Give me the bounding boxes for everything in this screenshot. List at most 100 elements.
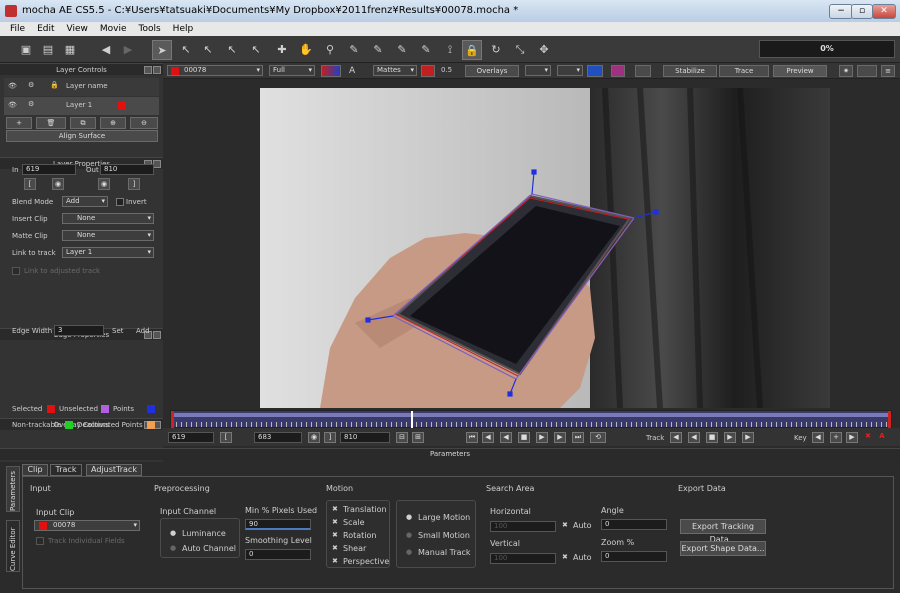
insert-clip-select[interactable]: None (62, 213, 154, 224)
track-fields-checkbox[interactable] (36, 537, 44, 545)
goto-in-button[interactable]: ◉ (52, 178, 64, 190)
matte-toggle-button[interactable] (421, 65, 435, 77)
zoom-timeline-button[interactable]: ⊟ (396, 432, 408, 443)
perspective-checkbox[interactable]: ✖ (332, 557, 338, 565)
small-motion-radio[interactable]: ● (406, 531, 412, 539)
track-backward-icon[interactable]: ◀ (670, 432, 682, 443)
lock-icon[interactable]: 🔒 (462, 40, 482, 60)
tab-clip[interactable]: Clip (22, 464, 48, 476)
layer-color-swatch[interactable] (118, 102, 126, 110)
edge-width-field[interactable]: 3 (54, 325, 104, 336)
in-marker[interactable] (171, 411, 174, 429)
goto-out-button[interactable]: ◉ (98, 178, 110, 190)
viewer-options-button[interactable] (857, 65, 877, 77)
set-out-point-button[interactable]: ] (324, 432, 336, 443)
unselected-colour-swatch[interactable] (101, 405, 109, 413)
rotate-icon[interactable]: ↻ (486, 40, 506, 60)
scale-icon[interactable]: ⤡ (510, 40, 530, 60)
goto-start-icon[interactable]: ⏮ (466, 432, 478, 443)
shear-checkbox[interactable]: ✖ (332, 544, 338, 552)
zoom-icon[interactable]: ⚲ (320, 40, 340, 60)
save-project-icon[interactable]: ▦ (60, 40, 80, 60)
timeline-bar[interactable] (170, 410, 892, 429)
align-surface-button[interactable]: Align Surface (6, 130, 158, 142)
grid-toggle-button[interactable] (611, 65, 625, 77)
bezier-icon[interactable]: ✎ (392, 40, 412, 60)
select-e-icon[interactable]: ↖ (222, 40, 242, 60)
video-frame[interactable] (260, 88, 830, 408)
current-frame-field[interactable]: 683 (254, 432, 302, 443)
menu-file[interactable]: File (10, 22, 25, 36)
hand-icon[interactable]: ✋ (296, 40, 316, 60)
blend-mode-select[interactable]: Add (62, 196, 108, 207)
attach-icon[interactable]: ⟟ (440, 40, 460, 60)
stop-icon[interactable]: ■ (518, 432, 530, 443)
side-tab-curve-editor[interactable]: Curve Editor (6, 520, 20, 572)
layer-outline-select[interactable] (525, 65, 551, 76)
horizontal-auto-checkbox[interactable]: ✖ (562, 521, 568, 529)
mattes-select[interactable]: Mattes (373, 65, 417, 76)
delete-layer-button[interactable]: 🗑 (36, 117, 66, 129)
auto-key-icon[interactable]: A (876, 432, 888, 443)
edge-set-button[interactable]: Set (112, 327, 124, 335)
menu-tools[interactable]: Tools (139, 22, 161, 36)
link-adjusted-checkbox[interactable] (12, 267, 20, 275)
move-icon[interactable]: ✥ (534, 40, 554, 60)
preview-button[interactable]: Preview (773, 65, 827, 77)
min-pixels-field[interactable]: 90 (245, 519, 311, 530)
bezier-add-icon[interactable]: ✎ (416, 40, 436, 60)
clip-select[interactable]: 00078 (167, 65, 263, 76)
select-i-icon[interactable]: ↖ (198, 40, 218, 60)
point-display-select[interactable] (557, 65, 583, 76)
translation-checkbox[interactable]: ✖ (332, 505, 338, 513)
select-a-icon[interactable]: ↖ (246, 40, 266, 60)
link-to-track-select[interactable]: Layer 1 (62, 247, 154, 258)
layer-settings-icon[interactable]: ⚙ (28, 100, 34, 108)
auto-channel-radio[interactable]: ● (170, 544, 176, 552)
set-out-button[interactable]: ] (128, 178, 140, 190)
panel-close-icon[interactable] (153, 66, 161, 74)
luminance-radio[interactable]: ● (170, 529, 176, 537)
matte-opacity-value[interactable]: 0.5 (441, 66, 452, 74)
redo-icon[interactable]: ▶ (118, 40, 138, 60)
minimize-button[interactable]: − (829, 4, 853, 19)
prev-key-icon[interactable]: ◀ (812, 432, 824, 443)
delete-key-icon[interactable]: ✖ (862, 432, 874, 443)
invert-checkbox[interactable] (116, 198, 124, 206)
camera-button[interactable] (635, 65, 651, 77)
horizontal-field[interactable]: 100 (490, 521, 556, 532)
step-forward-icon[interactable]: ▶ (554, 432, 566, 443)
loop-icon[interactable]: ⟲ (590, 432, 606, 443)
matte-clip-select[interactable]: None (62, 230, 154, 241)
unlink-layer-button[interactable]: ⊖ (130, 117, 158, 129)
link-layer-button[interactable]: ⊕ (100, 117, 126, 129)
vertical-auto-checkbox[interactable]: ✖ (562, 553, 568, 561)
smoothing-field[interactable]: 0 (245, 549, 311, 560)
menu-movie[interactable]: Movie (100, 22, 127, 36)
duplicate-layer-button[interactable]: ⧉ (70, 117, 96, 129)
angle-field[interactable]: 0 (601, 519, 667, 530)
selected-colour-swatch[interactable] (47, 405, 55, 413)
trace-button[interactable]: Trace (719, 65, 769, 77)
surface-toggle-button[interactable] (587, 65, 603, 77)
view-resolution-select[interactable]: Full (269, 65, 315, 76)
input-clip-select[interactable]: 00078 (34, 520, 140, 531)
xspline-add-icon[interactable]: ✎ (368, 40, 388, 60)
deactivated-colour-swatch[interactable] (147, 421, 155, 429)
side-tab-parameters[interactable]: Parameters (6, 466, 20, 512)
viewer-menu-button[interactable]: ≡ (881, 65, 895, 77)
scale-checkbox[interactable]: ✖ (332, 518, 338, 526)
open-project-icon[interactable]: ▤ (38, 40, 58, 60)
reset-timeline-button[interactable]: ⊞ (412, 432, 424, 443)
menu-view[interactable]: View (67, 22, 88, 36)
tab-track[interactable]: Track (50, 464, 82, 476)
track-step-back-icon[interactable]: ◀ (688, 432, 700, 443)
pick-tool-icon[interactable]: ➤ (152, 40, 172, 60)
add-point-icon[interactable]: ✚ (272, 40, 292, 60)
track-forward-icon[interactable]: ▶ (742, 432, 754, 443)
brightness-button[interactable]: ✷ (839, 65, 853, 77)
nontrackable-colour-swatch[interactable] (65, 421, 73, 429)
step-back-icon[interactable]: ◀ (482, 432, 494, 443)
menu-edit[interactable]: Edit (37, 22, 54, 36)
out-marker[interactable] (888, 411, 891, 429)
